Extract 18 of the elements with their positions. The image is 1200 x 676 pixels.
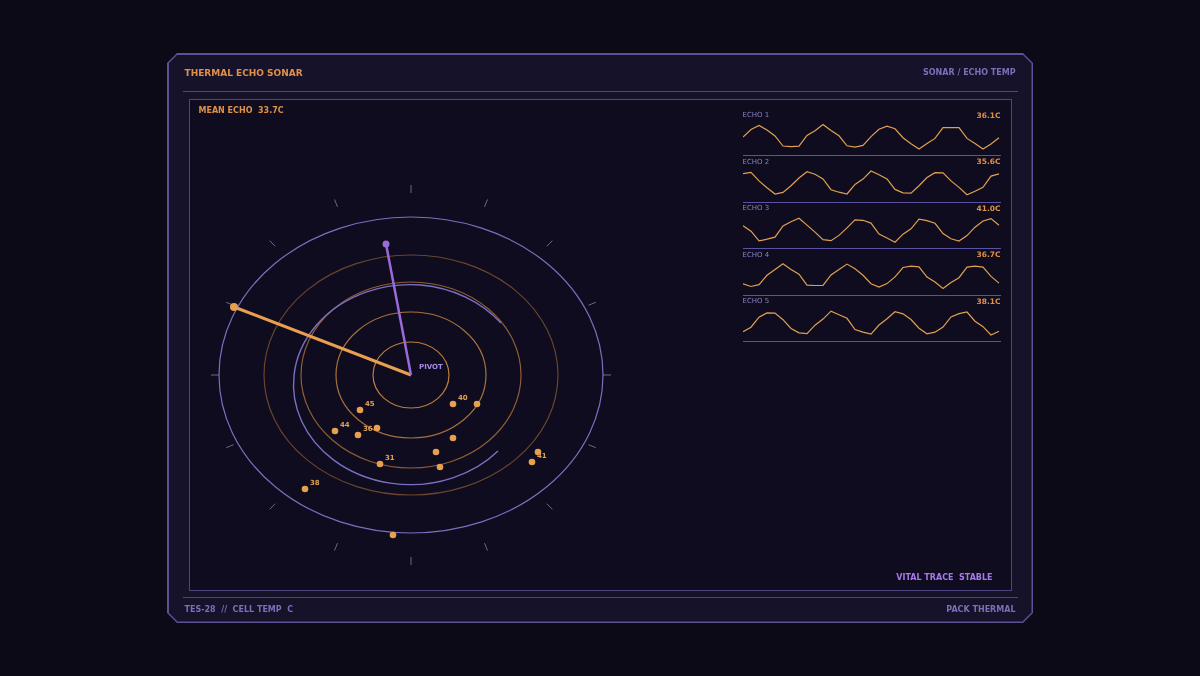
echo-blip: [301, 485, 308, 492]
echo-blip: [432, 448, 439, 455]
echo-blip: [376, 460, 383, 467]
echo-blip: [356, 406, 363, 413]
echo-blip: [389, 531, 396, 538]
echo-blip: [354, 431, 361, 438]
echo-blip: [436, 463, 443, 470]
echo-blip: [449, 434, 456, 441]
footer-label: TES-28 // CELL TEMP C: [184, 605, 294, 614]
window-title: THERMAL ECHO SONAR: [184, 67, 303, 78]
mean-echo-readout: MEAN ECHO 33.7C: [197, 104, 285, 115]
echo-blip: [331, 427, 338, 434]
echo-blip: [373, 424, 380, 431]
status-text: VITAL TRACE STABLE: [896, 572, 993, 582]
footer-label: PACK THERMAL: [946, 605, 1016, 614]
echo-blip: [449, 400, 456, 407]
echo-blip: [473, 400, 480, 407]
breadcrumb: SONAR / ECHO TEMP: [923, 68, 1016, 77]
